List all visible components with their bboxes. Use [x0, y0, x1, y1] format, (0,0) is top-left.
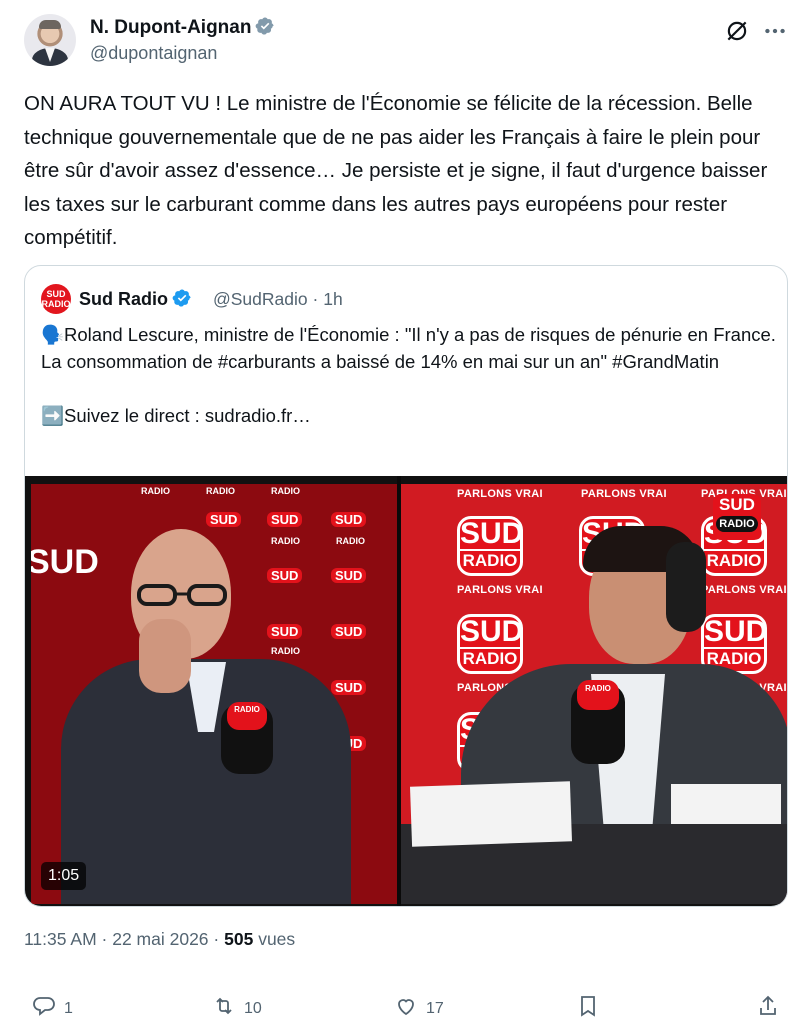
views-label: vues: [258, 929, 296, 949]
tweet-text: ON AURA TOUT VU ! Le ministre de l'Écono…: [24, 92, 768, 249]
author-avatar[interactable]: [24, 14, 76, 66]
quoted-time[interactable]: 1h: [323, 289, 342, 309]
video-duration: 1:05: [41, 862, 87, 890]
video-left-panel: RADIO RADIO RADIO SUD SUD SUD RADIO RADI…: [31, 484, 401, 904]
tweet-date[interactable]: 22 mai 2026: [112, 929, 208, 949]
channel-logo: SUD RADIO: [713, 494, 761, 540]
quoted-handle[interactable]: @SudRadio: [213, 289, 308, 309]
action-bar: 1 10 17: [24, 994, 794, 1018]
share-icon: [760, 995, 776, 1015]
tweet-header: N. Dupont-Aignan @dupontaignan: [24, 12, 794, 68]
repost-button[interactable]: 10: [212, 994, 262, 1018]
bookmark-icon: [581, 996, 595, 1017]
reply-count: 1: [64, 1000, 73, 1017]
video-player[interactable]: RADIO RADIO RADIO SUD SUD SUD RADIO RADI…: [25, 476, 787, 906]
quoted-text: 🗣️Roland Lescure, ministre de l'Économie…: [41, 321, 781, 429]
video-right-panel: PARLONS VRAI PARLONS VRAI PARLONS VRAI S…: [401, 484, 787, 904]
quoted-text-line2[interactable]: ➡️Suivez le direct : sudradio.fr…: [41, 402, 781, 429]
quoted-tweet-header: SUD RADIO Sud Radio @SudRadio · 1h: [41, 284, 741, 314]
bookmark-button[interactable]: [576, 994, 600, 1018]
quoted-avatar[interactable]: SUD RADIO: [41, 284, 71, 314]
reply-icon: [33, 997, 55, 1016]
more-icon[interactable]: [762, 18, 788, 44]
like-count: 17: [426, 1000, 444, 1017]
tweet-meta: 11:35 AM · 22 mai 2026 · 505 vues: [24, 929, 296, 949]
quoted-meta: @SudRadio · 1h: [213, 289, 343, 309]
like-button[interactable]: 17: [394, 994, 444, 1018]
like-icon: [398, 999, 414, 1016]
author-handle[interactable]: @dupontaignan: [90, 43, 217, 64]
quoted-text-line1: 🗣️Roland Lescure, ministre de l'Économie…: [41, 324, 776, 372]
views-count: 505: [224, 929, 254, 949]
author-name-row[interactable]: N. Dupont-Aignan: [90, 16, 275, 39]
author-name[interactable]: N. Dupont-Aignan: [90, 17, 251, 38]
share-button[interactable]: [756, 994, 780, 1018]
reply-button[interactable]: 1: [32, 994, 73, 1018]
quoted-author-name[interactable]: Sud Radio: [79, 288, 192, 310]
grok-icon[interactable]: [724, 18, 750, 44]
repost-count: 10: [244, 1000, 262, 1017]
tweet-time[interactable]: 11:35 AM: [24, 929, 97, 949]
quoted-tweet[interactable]: SUD RADIO Sud Radio @SudRadio · 1h 🗣️Rol…: [24, 265, 788, 907]
verified-badge-icon: [172, 289, 191, 307]
repost-icon: [216, 997, 232, 1015]
verified-badge-icon: [256, 17, 275, 35]
